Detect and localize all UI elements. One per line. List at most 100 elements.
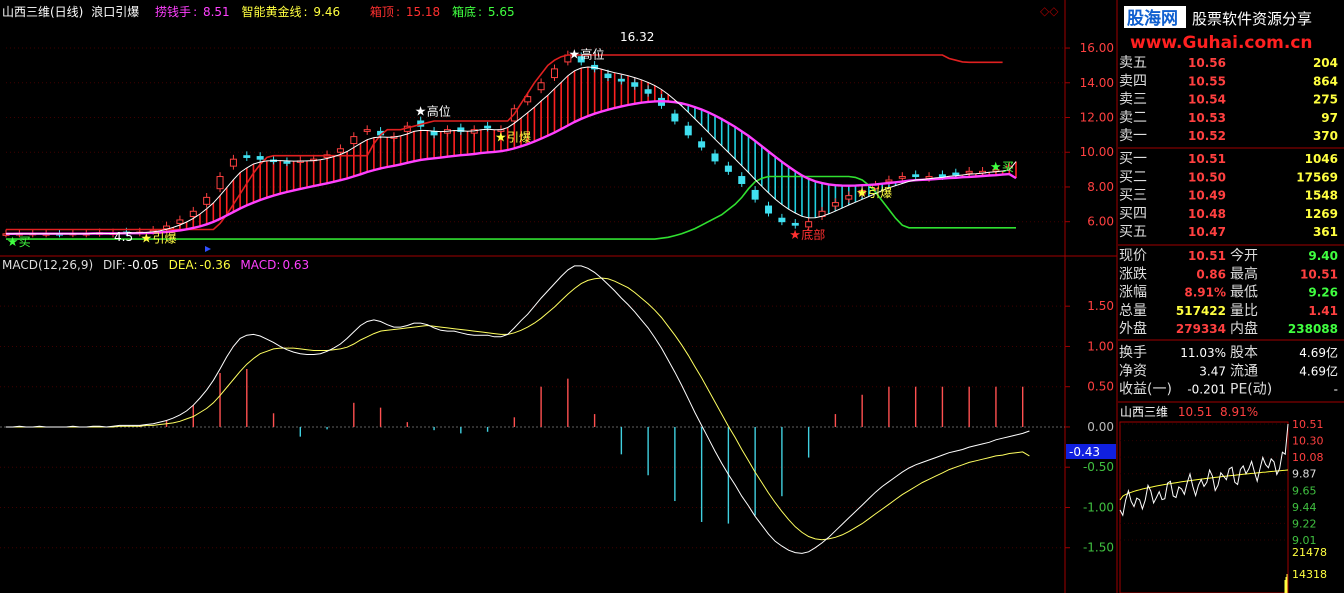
- fund-label: 收益(一): [1119, 382, 1172, 398]
- quote-label: 外盘: [1119, 320, 1147, 337]
- book-volume: 1046: [1305, 152, 1338, 166]
- book-price[interactable]: 10.55: [1188, 74, 1226, 88]
- mini-volume-label: 14318: [1292, 568, 1327, 581]
- candle-body: [350, 136, 358, 145]
- candle-body: [698, 141, 706, 148]
- mini-chart-price: 10.51: [1178, 405, 1212, 419]
- candle-body: [550, 68, 558, 79]
- watermark-logo: 股海网: [1127, 8, 1178, 29]
- legend-label-1: 智能黄金线: [241, 4, 301, 19]
- book-price[interactable]: 10.56: [1188, 56, 1226, 70]
- quote-value: 9.40: [1308, 249, 1338, 263]
- book-volume: 275: [1313, 93, 1338, 107]
- quote-value: 1.41: [1308, 304, 1338, 318]
- candle-body: [484, 125, 492, 129]
- window-control-icon[interactable]: ◇◇: [1040, 4, 1059, 18]
- book-price[interactable]: 10.54: [1188, 93, 1226, 107]
- mini-price-label: 10.30: [1292, 435, 1324, 448]
- book-label: 卖五: [1119, 55, 1147, 71]
- book-volume: 17569: [1296, 170, 1338, 184]
- book-label: 买二: [1119, 169, 1147, 185]
- star-icon: ★: [569, 47, 581, 62]
- candle-body: [724, 165, 732, 172]
- signal-label: 高位: [427, 104, 451, 119]
- candle-body: [644, 89, 652, 94]
- signal-annotations: ★ 买 ★ 引爆★ 高位★ 引爆★ 高位★ 底部★ 引爆★ 买: [7, 46, 1014, 250]
- macd-dea-value: -0.36: [200, 258, 231, 272]
- book-price[interactable]: 10.49: [1188, 189, 1226, 203]
- signal-2: ★ 高位: [415, 104, 451, 120]
- macd-dif-value: -0.05: [128, 258, 159, 272]
- book-volume: 1548: [1305, 189, 1338, 203]
- quote-label: 最低: [1230, 285, 1258, 301]
- candle-body: [765, 205, 773, 214]
- fund-value: 11.03%: [1180, 346, 1226, 360]
- macd-tick-label: 1.50: [1087, 299, 1114, 313]
- signal-6: ★ 引爆: [856, 186, 892, 201]
- star-icon: ★: [415, 105, 427, 120]
- quote-value: 279334: [1176, 322, 1226, 336]
- quote-value: 8.91%: [1184, 286, 1226, 300]
- book-price[interactable]: 10.47: [1188, 225, 1226, 239]
- fund-label: PE(动): [1230, 382, 1272, 398]
- fund-label: 流通: [1230, 363, 1258, 379]
- book-price[interactable]: 10.53: [1188, 111, 1226, 125]
- book-price[interactable]: 10.50: [1188, 170, 1226, 184]
- book-price[interactable]: 10.48: [1188, 207, 1226, 221]
- book-label: 卖一: [1119, 128, 1147, 144]
- candle-body: [283, 161, 291, 164]
- book-volume: 361: [1313, 225, 1338, 239]
- quote-panel: 现价 10.51 今开 9.40 涨跌 0.86 最高 10.51 涨幅 8.91% 最低 9.26 总…: [1118, 248, 1344, 403]
- signal-5: ★ 底部: [789, 227, 825, 243]
- candle-body: [912, 174, 920, 178]
- candle-body: [805, 221, 813, 228]
- book-volume: 1269: [1305, 207, 1338, 221]
- mini-price-label: 9.87: [1292, 468, 1317, 481]
- quote-value: 238088: [1288, 322, 1338, 336]
- macd-tick-label: 0.50: [1087, 380, 1114, 394]
- book-label: 卖三: [1119, 92, 1147, 108]
- candle-body: [711, 153, 719, 162]
- book-label: 买一: [1119, 151, 1147, 167]
- price-tick-label: 16.00: [1080, 41, 1114, 55]
- price-tick-label: 8.00: [1087, 180, 1114, 194]
- book-label: 买五: [1119, 224, 1147, 240]
- fund-value: 3.47: [1199, 364, 1226, 378]
- quote-value: 0.86: [1196, 267, 1226, 281]
- star-icon: ★: [7, 235, 19, 250]
- legend-value-3: 5.65: [488, 5, 515, 19]
- signal-label: 引爆: [868, 186, 892, 200]
- signal-label: 买: [1002, 160, 1014, 174]
- book-price[interactable]: 10.51: [1188, 152, 1226, 166]
- mini-price-label: 9.22: [1292, 517, 1317, 530]
- macd-tick-label: 1.00: [1087, 339, 1114, 353]
- price-tick-label: 14.00: [1080, 76, 1114, 90]
- signal-label: 买: [19, 235, 31, 249]
- book-price[interactable]: 10.52: [1188, 129, 1226, 143]
- stock-chart-canvas: 山西三维(日线) 浪口引爆 捞钱手: 8.51 智能黄金线: 9.46 箱顶: …: [0, 0, 1344, 593]
- book-volume: 864: [1313, 74, 1338, 88]
- fund-label: 股本: [1230, 345, 1258, 361]
- legend-label-2: 箱顶: [370, 4, 394, 19]
- legend-value-1: 9.46: [313, 5, 340, 19]
- stock-title: 山西三维(日线): [2, 5, 83, 19]
- mini-volume-label: 21478: [1292, 546, 1327, 559]
- candle-body: [243, 155, 251, 158]
- quote-value: 517422: [1176, 304, 1226, 318]
- mini-price-label: 9.65: [1292, 484, 1317, 497]
- signal-label: 底部: [801, 227, 825, 242]
- quote-label: 内盘: [1230, 320, 1258, 337]
- price-axis: 16.00 14.00 12.00 10.00 8.00 6.00 1.50 1.00 0.50…: [1065, 41, 1114, 555]
- fund-value: 4.69亿: [1299, 345, 1338, 360]
- quote-label: 涨幅: [1119, 285, 1147, 301]
- candle-body: [938, 174, 946, 178]
- signal-0: ★ 买: [7, 235, 31, 250]
- mini-chart-title: 山西三维 10.51 8.91%: [1120, 405, 1258, 419]
- scroll-arrow-icon[interactable]: [205, 246, 211, 252]
- quote-value: 10.51: [1188, 249, 1226, 263]
- mini-intraday-chart[interactable]: 10.5110.3010.089.879.659.449.229.0121478…: [1119, 418, 1327, 593]
- candle-body: [671, 113, 679, 122]
- legend-label-3: 箱底: [452, 4, 476, 19]
- book-label: 卖二: [1119, 110, 1147, 126]
- quote-label: 量比: [1230, 303, 1258, 319]
